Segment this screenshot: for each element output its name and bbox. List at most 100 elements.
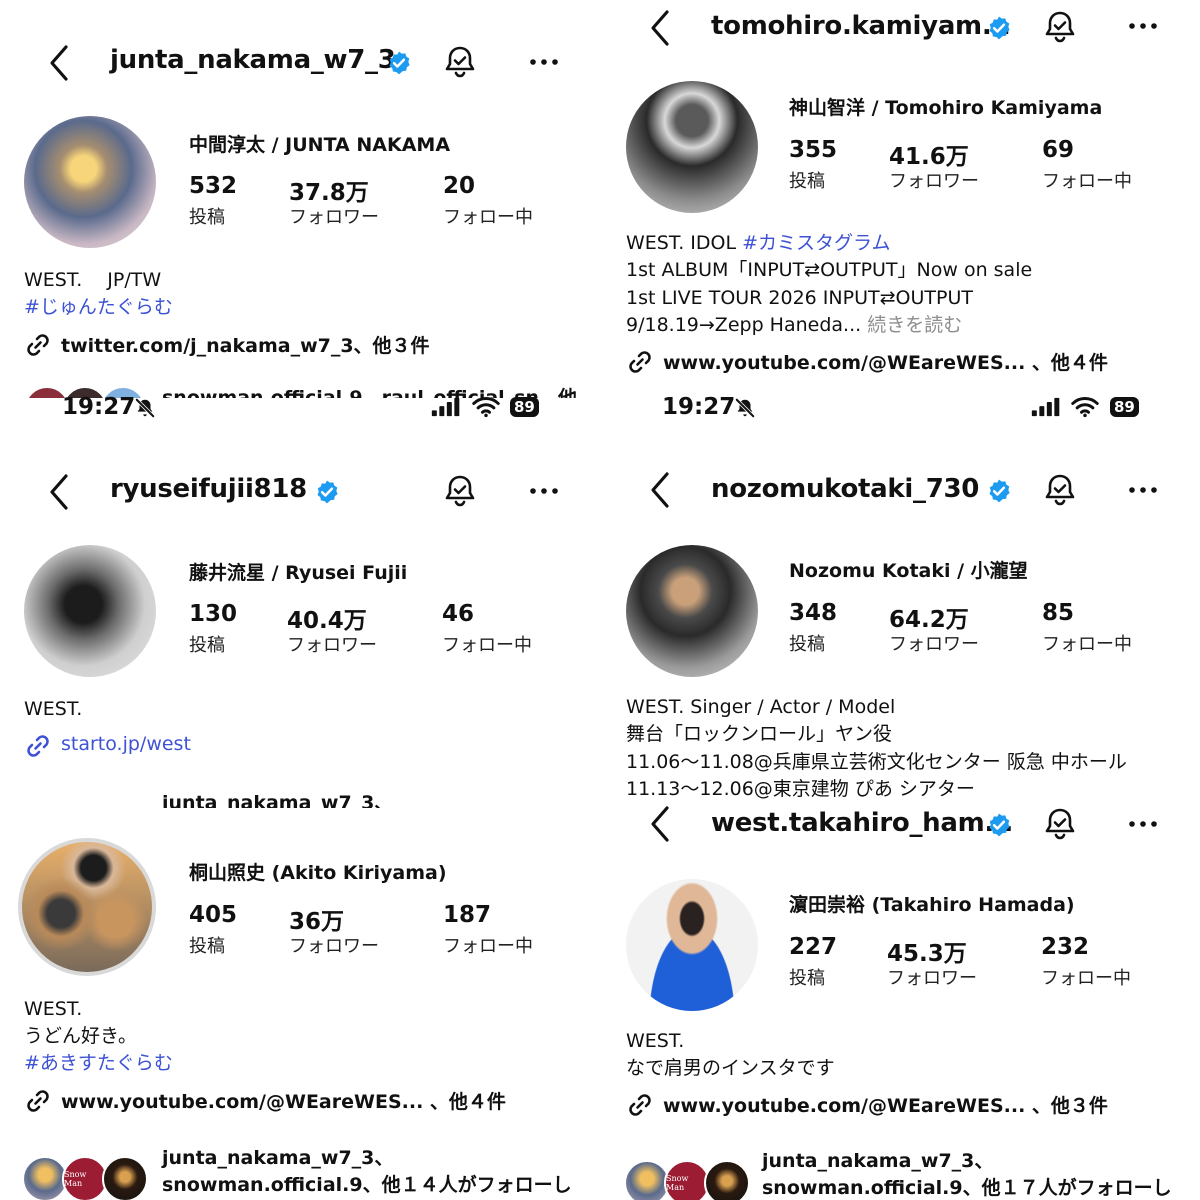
- following-label: フォロー中: [1041, 968, 1131, 989]
- followers-label: フォロワー: [889, 634, 979, 655]
- posts-count[interactable]: 405: [189, 902, 237, 928]
- profile-avatar[interactable]: [626, 81, 758, 213]
- battery-indicator: 89: [510, 397, 539, 417]
- profile-avatar[interactable]: [24, 545, 156, 677]
- followers-count[interactable]: 36万: [289, 902, 344, 936]
- bio-link[interactable]: www.youtube.com/@WEareWES... 、他４件: [61, 1087, 506, 1114]
- notification-bell-icon[interactable]: [1042, 806, 1078, 842]
- profile-username: junta_nakama_w7_3: [110, 45, 396, 75]
- mute-bell-icon: [734, 397, 756, 419]
- battery-indicator: 89: [1110, 397, 1139, 417]
- followed-by-text[interactable]: junta_nakama_w7_3、: [762, 1146, 993, 1173]
- notification-bell-icon[interactable]: [1042, 9, 1078, 45]
- following-label: フォロー中: [442, 635, 532, 656]
- followed-by-text[interactable]: snowman.official.9、他１７人がフォローし: [762, 1173, 1172, 1200]
- notification-bell-icon[interactable]: [442, 473, 478, 509]
- followers-count[interactable]: 64.2万: [889, 600, 969, 634]
- posts-label: 投稿: [189, 207, 225, 228]
- profile-avatar[interactable]: [24, 116, 156, 248]
- profile-username: ryuseifujii818: [110, 474, 307, 504]
- notification-bell-icon[interactable]: [1042, 472, 1078, 508]
- followed-by-text[interactable]: junta_nakama_w7_3、: [162, 788, 393, 808]
- bio-link[interactable]: starto.jp/west: [61, 731, 191, 758]
- link-icon: [24, 732, 52, 760]
- battery-level: 89: [510, 397, 539, 417]
- back-arrow-icon[interactable]: [645, 470, 675, 510]
- bio-line: WEST.: [626, 1030, 685, 1052]
- back-arrow-icon[interactable]: [645, 804, 675, 844]
- bio-line: WEST. Singer / Actor / Model: [626, 696, 896, 718]
- profile-avatar[interactable]: [18, 838, 156, 976]
- snowman-logo-text: Snow Man: [666, 1174, 689, 1192]
- posts-label: 投稿: [189, 635, 225, 656]
- followed-by-text[interactable]: snowman.official.9、他１４人がフォローし: [162, 1170, 572, 1197]
- bio-line: うどん好き。: [24, 1025, 138, 1047]
- bio-line: WEST.: [24, 998, 83, 1020]
- following-label: フォロー中: [1042, 171, 1132, 192]
- profile-avatar[interactable]: [626, 545, 758, 677]
- bio-line: 1st ALBUM「INPUT⇄OUTPUT」Now on sale: [626, 259, 1033, 281]
- back-arrow-icon[interactable]: [645, 8, 675, 48]
- posts-label: 投稿: [189, 936, 225, 957]
- bio-link[interactable]: www.youtube.com/@WEareWES... 、他４件: [663, 348, 1108, 375]
- bio-link[interactable]: www.youtube.com/@WEareWES... 、他３件: [663, 1091, 1108, 1118]
- followers-label: フォロワー: [287, 635, 377, 656]
- followers-label: フォロワー: [289, 936, 379, 957]
- bio-line: 9/18.19→Zepp Haneda... 続きを読む: [626, 312, 962, 339]
- verified-badge-icon: [314, 479, 340, 505]
- posts-label: 投稿: [789, 634, 825, 655]
- following-label: フォロー中: [1042, 634, 1132, 655]
- followers-count[interactable]: 40.4万: [287, 601, 367, 635]
- profile-avatar[interactable]: [626, 879, 758, 1011]
- posts-count[interactable]: 355: [789, 137, 837, 163]
- posts-count[interactable]: 348: [789, 600, 837, 626]
- notification-bell-icon[interactable]: [442, 44, 478, 80]
- more-options-icon[interactable]: [1128, 485, 1158, 495]
- bio-link[interactable]: twitter.com/j_nakama_w7_3、他３件: [61, 331, 430, 358]
- bio-line: 舞台「ロックンロール」ヤン役: [626, 723, 893, 745]
- profile-fullname: 藤井流星 / Ryusei Fujii: [189, 562, 408, 584]
- posts-label: 投稿: [789, 968, 825, 989]
- followers-count[interactable]: 45.3万: [887, 934, 967, 968]
- bio-hashtag[interactable]: #カミスタグラム: [742, 232, 890, 254]
- followed-by-text[interactable]: snowman.official.9、raul_official_sn、他: [162, 383, 577, 398]
- status-time: 19:27: [62, 394, 136, 420]
- verified-badge-icon: [986, 812, 1012, 838]
- bio-text: 9/18.19→Zepp Haneda...: [626, 314, 868, 336]
- verified-badge-icon: [986, 15, 1012, 41]
- profile-fullname: 濵田崇裕 (Takahiro Hamada): [789, 894, 1075, 916]
- more-options-icon[interactable]: [1128, 21, 1158, 31]
- more-options-icon[interactable]: [1128, 819, 1158, 829]
- profile-fullname: 桐山照史 (Akito Kiriyama): [189, 862, 447, 884]
- bio-line: 1st LIVE TOUR 2026 INPUT⇄OUTPUT: [626, 287, 973, 309]
- more-options-icon[interactable]: [529, 57, 559, 67]
- following-label: フォロー中: [443, 936, 533, 957]
- profile-panel-ryusei: ryuseifujii818 藤井流星 / Ryusei Fujii 130 投…: [0, 432, 600, 808]
- following-count[interactable]: 85: [1042, 600, 1074, 626]
- followed-by-text[interactable]: junta_nakama_w7_3、: [162, 1143, 393, 1170]
- followers-count[interactable]: 41.6万: [889, 137, 969, 171]
- follower-avatar-3: [704, 1160, 750, 1200]
- profile-panel-tomohiro: tomohiro.kamiyam... 神山智洋 / Tomohiro Kami…: [600, 0, 1200, 380]
- following-label: フォロー中: [443, 207, 533, 228]
- following-count[interactable]: 232: [1041, 934, 1089, 960]
- following-count[interactable]: 20: [443, 173, 475, 199]
- wifi-icon: [1071, 396, 1099, 418]
- following-count[interactable]: 69: [1042, 137, 1074, 163]
- bio-line: 11.13～12.06@東京建物 ぴあ シアター: [626, 778, 975, 800]
- posts-count[interactable]: 130: [189, 601, 237, 627]
- back-arrow-icon[interactable]: [44, 472, 74, 512]
- followers-count[interactable]: 37.8万: [289, 173, 369, 207]
- following-count[interactable]: 187: [443, 902, 491, 928]
- wifi-icon: [472, 396, 500, 418]
- bio-hashtag[interactable]: #じゅんたぐらむ: [24, 294, 173, 321]
- followers-label: フォロワー: [289, 207, 379, 228]
- more-options-icon[interactable]: [529, 486, 559, 496]
- bio-line: WEST. JP/TW: [24, 269, 162, 291]
- read-more-link[interactable]: 続きを読む: [867, 314, 962, 336]
- posts-count[interactable]: 532: [189, 173, 237, 199]
- following-count[interactable]: 46: [442, 601, 474, 627]
- posts-count[interactable]: 227: [789, 934, 837, 960]
- back-arrow-icon[interactable]: [44, 43, 74, 83]
- bio-hashtag[interactable]: #あきすたぐらむ: [24, 1050, 173, 1077]
